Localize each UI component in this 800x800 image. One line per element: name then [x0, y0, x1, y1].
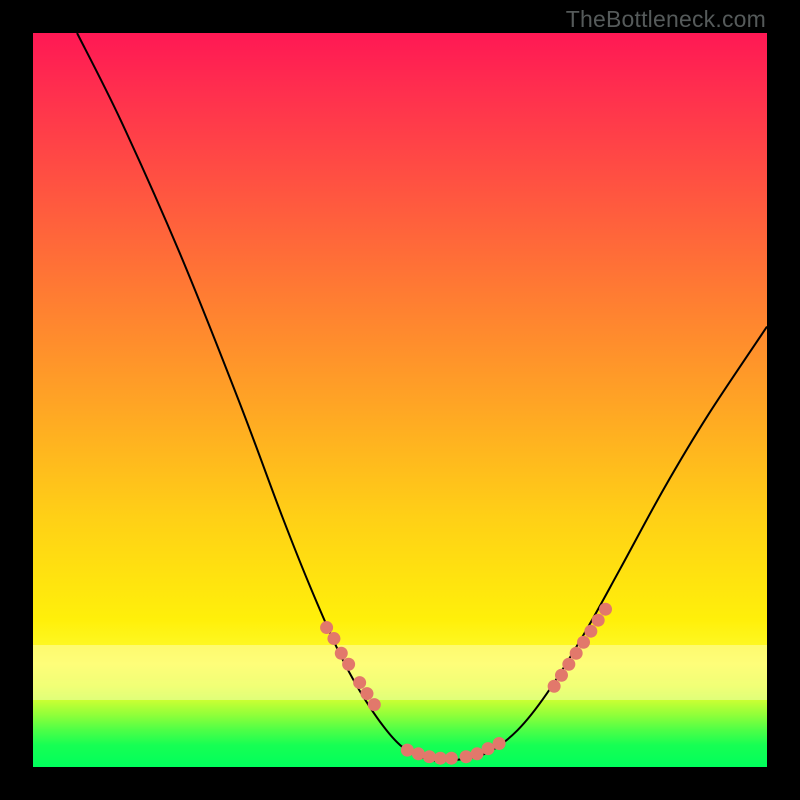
marker-dot: [320, 621, 333, 634]
marker-dot: [368, 698, 381, 711]
marker-dot: [570, 647, 583, 660]
marker-dot: [584, 625, 597, 638]
marker-dot: [577, 636, 590, 649]
marker-dot: [493, 737, 506, 750]
marker-dot: [353, 676, 366, 689]
marker-dot: [412, 747, 425, 760]
marker-dot: [423, 750, 436, 763]
marker-dot: [548, 680, 561, 693]
curve-layer: [33, 33, 767, 767]
marker-dot: [445, 752, 458, 765]
bottleneck-curve: [77, 33, 767, 761]
watermark-text: TheBottleneck.com: [566, 6, 766, 33]
marker-dot: [592, 614, 605, 627]
marker-dot: [562, 658, 575, 671]
chart-frame: TheBottleneck.com: [0, 0, 800, 800]
marker-dot: [327, 632, 340, 645]
marker-dots: [320, 603, 612, 765]
marker-dot: [360, 687, 373, 700]
marker-dot: [555, 669, 568, 682]
marker-dot: [342, 658, 355, 671]
marker-dot: [460, 750, 473, 763]
marker-dot: [335, 647, 348, 660]
marker-dot: [401, 744, 414, 757]
marker-dot: [599, 603, 612, 616]
